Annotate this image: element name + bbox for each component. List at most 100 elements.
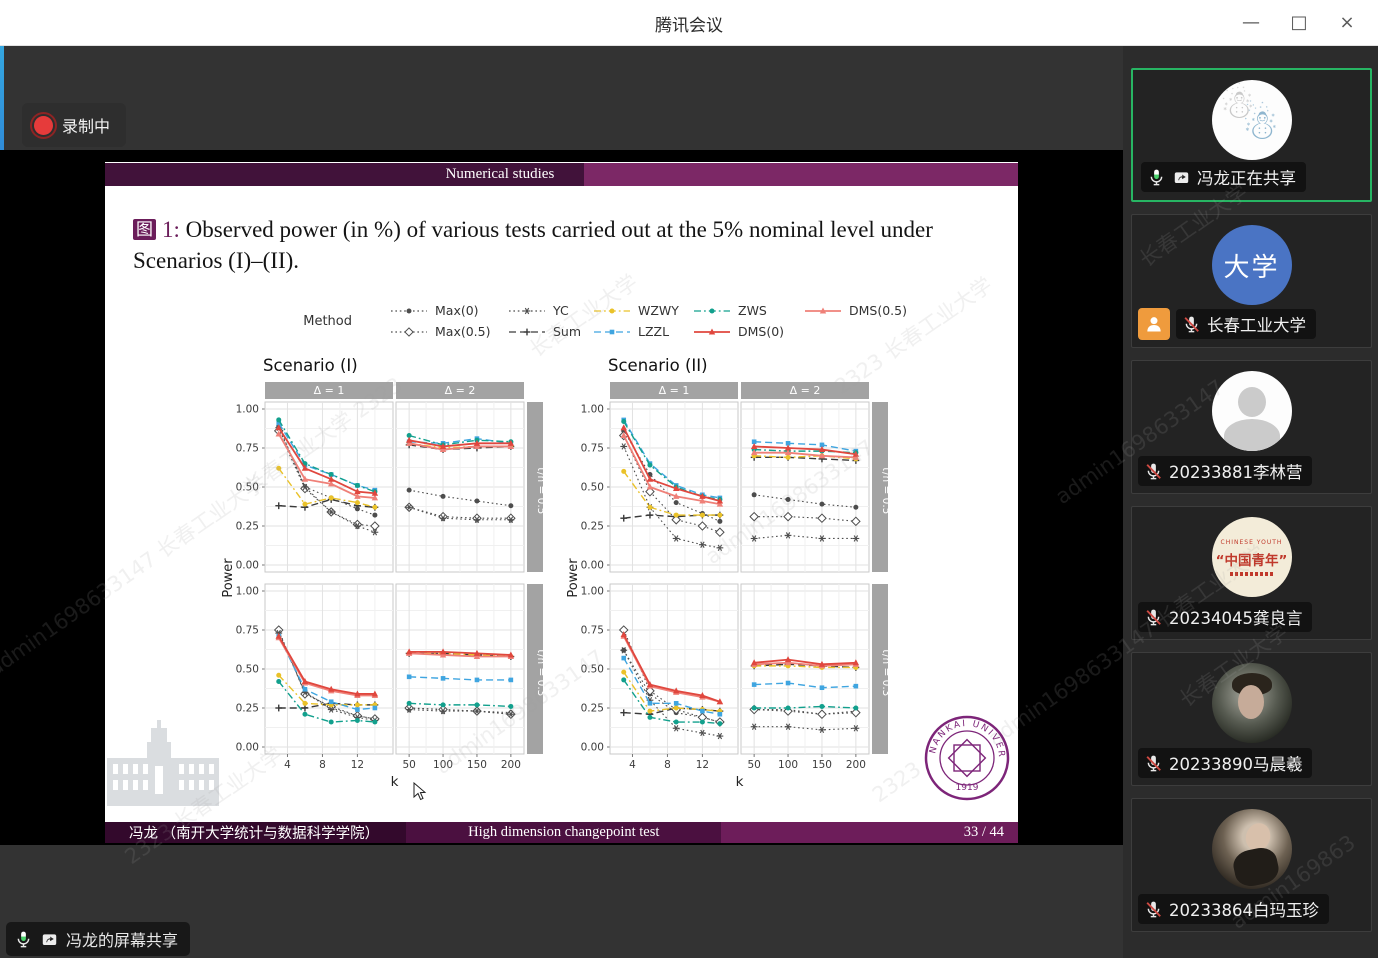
svg-text:12: 12	[351, 759, 364, 771]
figure-badge: 图	[133, 219, 156, 240]
svg-text:0.00: 0.00	[581, 560, 604, 572]
svg-text:Δ = 2: Δ = 2	[790, 384, 821, 397]
avatar-photo	[1212, 663, 1292, 743]
svg-text:100: 100	[433, 759, 453, 771]
svg-text:200: 200	[846, 759, 866, 771]
svg-text:k: k	[736, 774, 744, 790]
footer-author: 冯龙 （南开大学统计与数据科学学院）	[105, 822, 406, 843]
avatar-logo-main-text: “中国青年”	[1216, 549, 1288, 569]
host-badge-icon	[1138, 308, 1170, 340]
svg-text:0.75: 0.75	[581, 443, 604, 455]
svg-text:1.00: 1.00	[581, 404, 604, 416]
svg-text:Method: Method	[303, 314, 352, 329]
campus-building-image	[105, 718, 221, 816]
participant-tile-fenglong[interactable]: ☃ ☃	[1131, 68, 1372, 202]
recording-indicator[interactable]: 录制中	[22, 103, 126, 147]
svg-text:WZWY: WZWY	[638, 303, 679, 318]
svg-text:1.00: 1.00	[236, 586, 259, 598]
svg-text:8: 8	[319, 759, 326, 771]
svg-text:LZZL: LZZL	[638, 324, 669, 339]
minimize-button[interactable]: —	[1234, 6, 1268, 40]
svg-text:τ/n = 0.3: τ/n = 0.3	[535, 648, 547, 697]
mic-on-icon	[14, 930, 33, 949]
svg-text:150: 150	[812, 759, 832, 771]
svg-text:0.50: 0.50	[581, 482, 604, 494]
svg-text:Sum: Sum	[553, 324, 581, 339]
svg-text:0.25: 0.25	[236, 521, 259, 533]
svg-text:τ/n = 0.5: τ/n = 0.5	[880, 466, 892, 515]
svg-text:ZWS: ZWS	[738, 303, 767, 318]
svg-text:YC: YC	[552, 303, 569, 318]
svg-text:0.25: 0.25	[236, 703, 259, 715]
avatar: ☃ ☃	[1212, 80, 1292, 160]
svg-text:4: 4	[284, 759, 291, 771]
maximize-button[interactable]: □	[1282, 6, 1316, 40]
svg-text:1.00: 1.00	[581, 586, 604, 598]
svg-text:0.25: 0.25	[581, 521, 604, 533]
recording-dot-icon	[34, 116, 53, 135]
avatar-logo-sub-line	[1230, 572, 1274, 576]
participant-tile-machenxi[interactable]: 20233890马晨羲	[1131, 652, 1372, 786]
person-silhouette-icon	[1238, 387, 1266, 417]
svg-text:150: 150	[467, 759, 487, 771]
participant-name: 20234045龚良言	[1169, 605, 1302, 629]
svg-text:Scenario (II): Scenario (II)	[608, 356, 708, 375]
titlebar: 腾讯会议 — □ ×	[0, 0, 1378, 46]
svg-text:τ/n = 0.3: τ/n = 0.3	[880, 648, 892, 697]
participant-tile-baimayuzhen[interactable]: 20233864白玛玉珍	[1131, 798, 1372, 932]
nankai-university-seal: NANKAI UNIVERSITY 1919	[923, 714, 1011, 802]
svg-text:Power: Power	[566, 558, 581, 598]
svg-text:Δ = 1: Δ = 1	[314, 384, 345, 397]
svg-text:0.75: 0.75	[581, 625, 604, 637]
svg-text:Δ = 1: Δ = 1	[659, 384, 690, 397]
svg-text:12: 12	[696, 759, 709, 771]
svg-text:1.00: 1.00	[236, 404, 259, 416]
slide-section-title: Numerical studies	[446, 166, 555, 183]
svg-text:0.25: 0.25	[581, 703, 604, 715]
svg-text:k: k	[391, 774, 399, 790]
svg-text:Max(0): Max(0)	[435, 303, 479, 318]
avatar	[1212, 371, 1292, 451]
avatar: 大学	[1212, 225, 1292, 305]
svg-text:100: 100	[778, 759, 798, 771]
mouse-cursor	[412, 782, 428, 802]
tencent-meeting-window: 腾讯会议 — □ × 录制中 Numerical studies 图	[0, 0, 1378, 958]
svg-text:0.50: 0.50	[236, 482, 259, 494]
power-chart: MethodMax(0)Max(0.5)YCSumWZWYLZZLZWSDMS(…	[105, 290, 1018, 795]
svg-text:4: 4	[629, 759, 636, 771]
mic-muted-icon	[1144, 462, 1163, 481]
recording-label: 录制中	[62, 113, 110, 137]
slide-header-bar: Numerical studies	[105, 163, 1018, 186]
close-button[interactable]: ×	[1330, 6, 1364, 40]
svg-text:0.00: 0.00	[236, 560, 259, 572]
presentation-slide: Numerical studies 图1: Observed power (in…	[105, 162, 1018, 843]
figure-caption-text: Observed power (in %) of various tests c…	[133, 217, 933, 273]
window-controls: — □ ×	[1234, 0, 1364, 45]
participant-tile-lilinying[interactable]: 20233881李林营	[1131, 360, 1372, 494]
svg-text:0.50: 0.50	[581, 664, 604, 676]
avatar-photo	[1212, 809, 1292, 889]
participant-name: 长春工业大学	[1207, 312, 1306, 336]
screen-share-icon	[1172, 168, 1191, 187]
svg-text:8: 8	[664, 759, 671, 771]
participant-tile-gongliangyan[interactable]: CHINESE YOUTH “中国青年” 20234045龚良言	[1131, 506, 1372, 640]
svg-text:Power: Power	[221, 558, 236, 598]
slide-header-accent	[584, 163, 1018, 186]
mic-muted-icon	[1144, 608, 1163, 627]
svg-text:DMS(0.5): DMS(0.5)	[849, 303, 907, 318]
participant-tile-university[interactable]: 大学	[1131, 214, 1372, 348]
mic-on-icon	[1147, 168, 1166, 187]
participant-name: 20233890马晨羲	[1169, 751, 1302, 775]
figure-caption: 图1: Observed power (in %) of various tes…	[133, 214, 994, 276]
svg-text:50: 50	[747, 759, 760, 771]
svg-text:0.00: 0.00	[581, 742, 604, 754]
footer-page-number: 33 / 44	[721, 822, 1018, 843]
screen-share-status-bar: 冯龙的屏幕共享	[6, 922, 190, 956]
svg-text:DMS(0): DMS(0)	[738, 324, 784, 339]
participant-name: 20233881李林营	[1169, 459, 1302, 483]
svg-text:Scenario (I): Scenario (I)	[263, 356, 358, 375]
slide-footer-bar: 冯龙 （南开大学统计与数据科学学院） High dimension change…	[105, 822, 1018, 843]
participants-sidebar: ☃ ☃	[1123, 45, 1378, 958]
snowman-icon: ☃	[1242, 100, 1280, 149]
avatar-text: 大学	[1223, 247, 1279, 284]
